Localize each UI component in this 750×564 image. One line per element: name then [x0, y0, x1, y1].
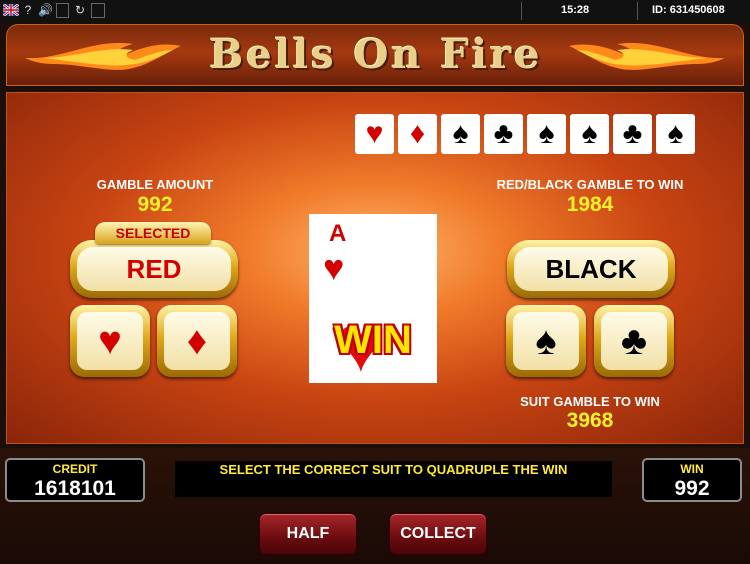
suit-gamble-value: 3968	[566, 409, 614, 432]
spade-icon: ♠	[581, 117, 598, 150]
credit-box: CREDIT 1618101	[5, 458, 145, 502]
divider	[637, 2, 638, 20]
game-header: Bells On Fire	[6, 24, 744, 86]
history-card: ♦	[398, 114, 437, 154]
spade-suit-button[interactable]: ♠	[506, 305, 586, 377]
history-card: ♣	[484, 114, 523, 154]
club-icon: ♣	[493, 117, 514, 150]
gamble-amount-label: GAMBLE AMOUNT	[96, 177, 214, 192]
collect-button[interactable]: COLLECT	[388, 512, 488, 556]
session-id: ID: 631450608	[652, 4, 725, 16]
status-bar: ? 🔊 ↻ 15:28 ID: 631450608	[0, 0, 750, 22]
selected-badge: SELECTED	[95, 222, 211, 244]
heart-suit-button[interactable]: ♥	[70, 305, 150, 377]
half-button[interactable]: HALF	[258, 512, 358, 556]
credit-value: 1618101	[34, 477, 116, 500]
diamond-suit-button[interactable]: ♦	[157, 305, 237, 377]
card-rank: A	[329, 220, 347, 247]
reload-icon[interactable]: ↻	[73, 3, 87, 18]
fullscreen-icon[interactable]	[56, 3, 69, 18]
history-card: ♣	[613, 114, 652, 154]
spade-icon: ♠	[452, 117, 469, 150]
sound-icon[interactable]: 🔊	[38, 3, 53, 18]
suit-gamble-label: SUIT GAMBLE TO WIN	[520, 394, 660, 409]
club-suit-button[interactable]: ♣	[594, 305, 674, 377]
window-icon[interactable]	[91, 3, 105, 18]
win-box: WIN 992	[642, 458, 742, 502]
card-history: ♥ ♦ ♠ ♣ ♠ ♠ ♣ ♠	[355, 114, 695, 154]
heart-icon: ♥	[323, 247, 345, 288]
black-button-label: BLACK	[514, 247, 668, 291]
diamond-icon: ♦	[409, 117, 426, 150]
gamble-amount-value: 992	[137, 193, 173, 216]
flame-right-icon	[569, 42, 725, 70]
heart-icon: ♥	[77, 312, 143, 370]
redblack-gamble-label: RED/BLACK GAMBLE TO WIN	[496, 177, 684, 192]
history-card: ♠	[656, 114, 695, 154]
diamond-icon: ♦	[164, 312, 230, 370]
credit-label: CREDIT	[52, 462, 98, 476]
help-button[interactable]: ?	[22, 3, 34, 18]
win-banner: WIN	[334, 318, 412, 362]
spade-icon: ♠	[513, 312, 579, 370]
spade-icon: ♠	[667, 117, 684, 150]
history-card: ♠	[570, 114, 609, 154]
history-card: ♥	[355, 114, 394, 154]
game-message: SELECT THE CORRECT SUIT TO QUADRUPLE THE…	[175, 461, 612, 497]
spade-icon: ♠	[538, 117, 555, 150]
history-card: ♠	[527, 114, 566, 154]
club-icon: ♣	[622, 117, 643, 150]
history-card: ♠	[441, 114, 480, 154]
win-value: 992	[674, 477, 710, 500]
red-button[interactable]: RED	[70, 240, 238, 298]
clock-time: 15:28	[561, 4, 590, 16]
uk-flag-icon[interactable]	[2, 3, 20, 18]
red-button-label: RED	[77, 247, 231, 291]
divider	[521, 2, 522, 20]
redblack-gamble-value: 1984	[566, 193, 614, 216]
club-icon: ♣	[601, 312, 667, 370]
win-label: WIN	[680, 462, 704, 476]
playing-card: A ♥ ♥ WIN	[309, 214, 437, 384]
heart-icon: ♥	[365, 117, 384, 150]
black-button[interactable]: BLACK	[507, 240, 675, 298]
